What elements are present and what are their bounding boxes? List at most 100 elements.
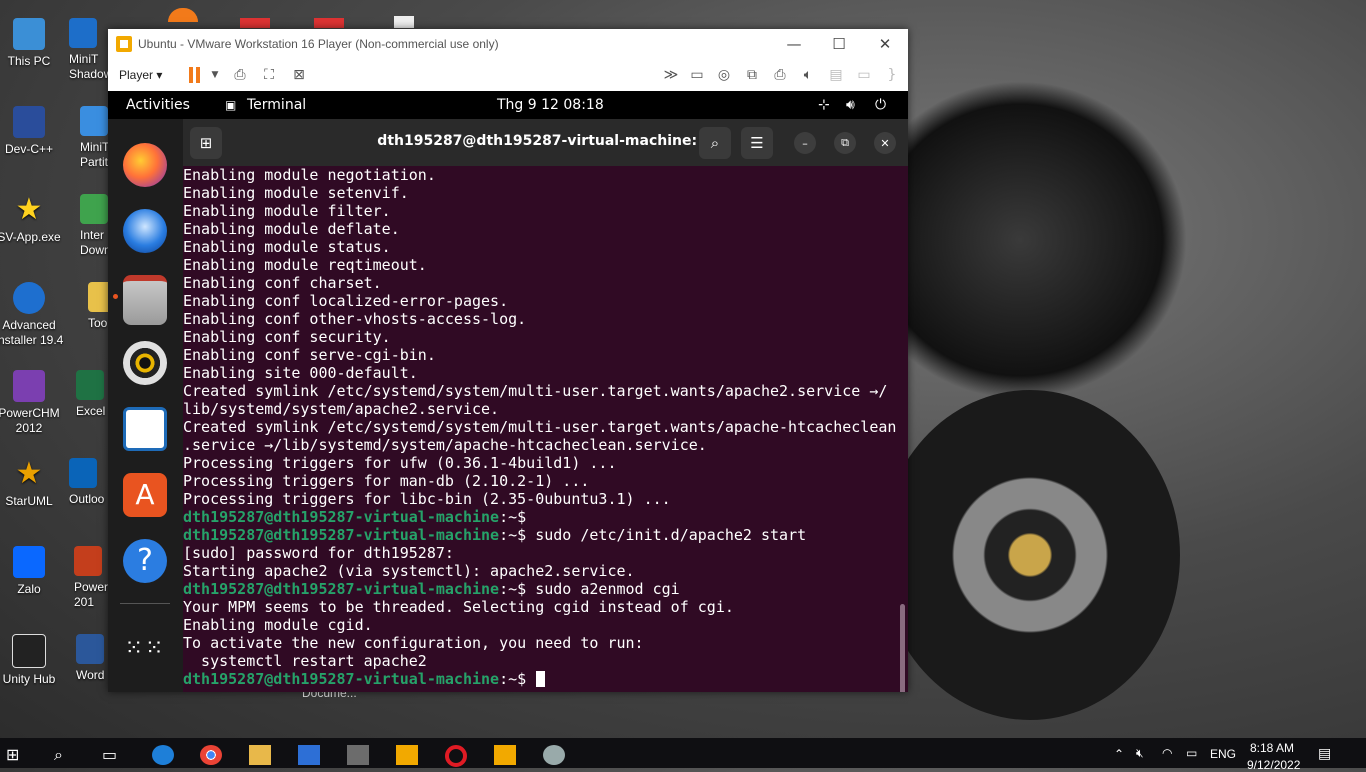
pause-dropdown-icon[interactable]: ▼ bbox=[205, 65, 225, 85]
close-button[interactable]: ✕ bbox=[862, 29, 908, 58]
desktop-icon-dev-cpp[interactable]: Dev-C++ bbox=[0, 106, 64, 157]
help-icon[interactable]: ? bbox=[123, 539, 167, 583]
chrome-icon[interactable] bbox=[200, 745, 222, 765]
app-taskbar-icon[interactable] bbox=[494, 745, 516, 765]
window-restore-icon[interactable]: ⧉ bbox=[834, 132, 856, 154]
vmware-toolbar: Player ▾ ▼ ⎙ ⛶ ⊠ ≫ ▭ ◎ ⧉ ⎙ 🔈︎ ▤ ▭ } bbox=[108, 58, 908, 92]
cd-dvd-icon[interactable]: ◎ bbox=[714, 65, 734, 85]
desktop-icon-this-pc[interactable]: This PC bbox=[0, 18, 64, 69]
rhythmbox-icon[interactable] bbox=[123, 341, 167, 385]
prompt-suffix: :~$ bbox=[499, 580, 527, 598]
language-indicator[interactable]: ENG bbox=[1210, 747, 1236, 761]
hard-disk-icon[interactable]: ▭ bbox=[687, 65, 707, 85]
desktop-icon-minitool-shadow[interactable]: MiniT Shadow bbox=[69, 18, 109, 82]
search-icon[interactable]: ⌕ bbox=[699, 127, 731, 159]
terminal-app-icon: ▣ bbox=[225, 98, 237, 112]
usb-device-icon[interactable]: ▤ bbox=[826, 65, 846, 85]
desktop-icon-advanced-installer[interactable]: Advanced Installer 19.4 bbox=[0, 282, 64, 348]
app-menu-terminal[interactable]: Terminal bbox=[247, 97, 306, 113]
prompt-suffix: :~$ bbox=[499, 526, 527, 544]
desktop-icon-staruml[interactable]: ★ StarUML bbox=[0, 458, 64, 509]
minimize-button[interactable]: — bbox=[771, 29, 817, 58]
more-devices-icon[interactable]: } bbox=[882, 65, 902, 85]
desktop-icon-outlook[interactable]: Outloo bbox=[69, 458, 109, 507]
microsoft-store-icon[interactable] bbox=[298, 745, 320, 765]
show-hidden-icons[interactable]: ⌃ bbox=[1114, 747, 1124, 761]
player-menu[interactable]: Player ▾ bbox=[119, 68, 162, 82]
desktop-icon-zalo[interactable]: Zalo bbox=[0, 546, 64, 597]
windows-start-icon[interactable]: ⊞ bbox=[6, 745, 28, 765]
volume-icon[interactable]: 🔊︎ bbox=[846, 97, 855, 113]
files-icon[interactable] bbox=[123, 275, 167, 325]
calculator-icon[interactable] bbox=[347, 745, 369, 765]
terminal-line: To activate the new configuration, you n… bbox=[183, 634, 644, 652]
ubuntu-software-icon[interactable]: A bbox=[123, 473, 167, 517]
opera-icon[interactable] bbox=[445, 745, 467, 767]
task-view-icon[interactable]: ▭ bbox=[102, 745, 124, 765]
terminal-line: Enabling conf localized-error-pages. bbox=[183, 292, 509, 310]
firefox-icon[interactable] bbox=[123, 143, 167, 187]
terminal-line: Processing triggers for ufw (0.36.1-4bui… bbox=[183, 454, 617, 472]
pause-icon[interactable] bbox=[188, 67, 202, 83]
desktop-icon-top-4[interactable] bbox=[394, 16, 414, 28]
notification-icon[interactable]: ▤ bbox=[1318, 745, 1331, 762]
prompt-user: dth195287@dth195287-virtual-machine bbox=[183, 508, 500, 526]
terminal-line: Created symlink /etc/systemd/system/mult… bbox=[183, 382, 888, 400]
display-icon[interactable]: ▭ bbox=[854, 65, 874, 85]
terminal-line: Enabling conf charset. bbox=[183, 274, 382, 292]
edge-icon[interactable] bbox=[152, 745, 174, 765]
terminal-scrollbar[interactable] bbox=[900, 604, 905, 692]
volume-muted-icon[interactable]: 🔇︎ bbox=[1136, 746, 1144, 761]
vmware-taskbar-icon[interactable] bbox=[396, 745, 418, 765]
desktop-icon-top-2[interactable] bbox=[240, 18, 270, 28]
outlook-icon bbox=[69, 458, 97, 488]
clock[interactable]: Thg 9 12 08:18 bbox=[497, 97, 604, 113]
terminal-prompt-line[interactable]: dth195287@dth195287-virtual-machine:~$ bbox=[183, 670, 546, 688]
desktop-icon-sv-app[interactable]: ★ SV-App.exe bbox=[0, 194, 64, 245]
toolbar-forward-icon[interactable]: ≫ bbox=[661, 65, 681, 85]
activities-button[interactable]: Activities bbox=[126, 97, 190, 113]
terminal-headerbar[interactable]: ⊞ dth195287@dth195287-virtual-machine: ~… bbox=[183, 119, 908, 166]
maximize-button[interactable]: ☐ bbox=[816, 29, 862, 58]
file-explorer-icon[interactable] bbox=[249, 745, 271, 765]
thunderbird-icon[interactable] bbox=[123, 209, 167, 253]
desktop-icon-unity-hub[interactable]: Unity Hub bbox=[0, 634, 64, 687]
fullscreen-icon[interactable]: ⛶ bbox=[259, 65, 279, 85]
prompt-suffix: :~$ bbox=[499, 508, 527, 526]
paint-icon[interactable] bbox=[543, 745, 565, 765]
terminal-line: Enabling module setenvif. bbox=[183, 184, 409, 202]
vmware-titlebar[interactable]: Ubuntu - VMware Workstation 16 Player (N… bbox=[108, 29, 908, 58]
power-icon[interactable]: ⏻ bbox=[875, 97, 886, 113]
window-close-icon[interactable]: ✕ bbox=[874, 132, 896, 154]
terminal-line: Your MPM seems to be threaded. Selecting… bbox=[183, 598, 734, 616]
hamburger-menu-icon[interactable]: ☰ bbox=[741, 127, 773, 159]
network-adapter-icon[interactable]: ⧉ bbox=[742, 65, 762, 85]
powerpoint-icon bbox=[74, 546, 102, 576]
taskbar-date[interactable]: 9/12/2022 bbox=[1247, 758, 1300, 772]
network-icon[interactable]: ⊹ bbox=[818, 97, 830, 113]
libreoffice-writer-icon[interactable] bbox=[123, 407, 167, 451]
terminal-line: Enabling module cgid. bbox=[183, 616, 373, 634]
desktop-icon-top-1[interactable] bbox=[168, 8, 198, 22]
desktop-icon-top-3[interactable] bbox=[314, 18, 344, 28]
star-icon: ★ bbox=[15, 193, 43, 226]
taskbar-time[interactable]: 8:18 AM bbox=[1250, 741, 1294, 755]
desktop-icon-powerchm[interactable]: PowerCHM 2012 bbox=[0, 370, 64, 436]
command-text: sudo /etc/init.d/apache2 start bbox=[526, 526, 807, 544]
ubuntu-dock: A ? ⁙⁙ bbox=[108, 119, 183, 692]
terminal-prompt-line: dth195287@dth195287-virtual-machine:~$ s… bbox=[183, 580, 680, 598]
unity-mode-icon[interactable]: ⊠ bbox=[289, 65, 309, 85]
terminal-line: Enabling module negotiation. bbox=[183, 166, 436, 184]
wifi-icon[interactable]: ◠ bbox=[1162, 746, 1172, 760]
sound-card-icon[interactable]: 🔈︎ bbox=[798, 65, 818, 85]
window-minimize-icon[interactable]: – bbox=[794, 132, 816, 154]
send-ctrl-alt-del-icon[interactable]: ⎙ bbox=[230, 65, 250, 85]
terminal-output[interactable]: Enabling module negotiation. Enabling mo… bbox=[183, 166, 908, 692]
terminal-line: Processing triggers for libc-bin (2.35-0… bbox=[183, 490, 671, 508]
search-icon[interactable]: ⌕ bbox=[54, 745, 76, 765]
terminal-line: Processing triggers for man-db (2.10.2-1… bbox=[183, 472, 590, 490]
prompt-user: dth195287@dth195287-virtual-machine bbox=[183, 526, 500, 544]
printer-icon[interactable]: ⎙ bbox=[770, 65, 790, 85]
battery-icon[interactable]: ▭ bbox=[1186, 746, 1197, 760]
show-apps-grid-icon[interactable]: ⁙⁙ bbox=[123, 627, 167, 671]
